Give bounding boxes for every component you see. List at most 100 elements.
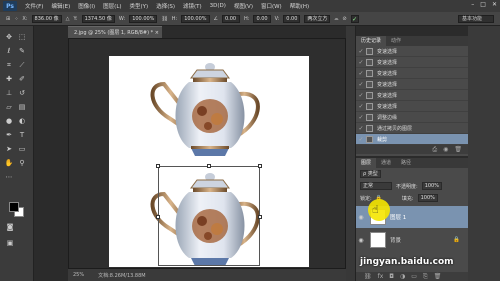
fill-field[interactable]: 100% (417, 194, 438, 202)
height-field[interactable]: 100.00% (181, 14, 210, 23)
crop-tool-icon[interactable]: ⌗ (4, 60, 14, 70)
menu-3d[interactable]: 3D(D) (206, 3, 230, 9)
menu-filter[interactable]: 滤镜(T) (179, 2, 206, 10)
menu-window[interactable]: 窗口(W) (257, 2, 286, 10)
camera-icon[interactable]: ◉ (443, 146, 448, 153)
menu-help[interactable]: 帮助(H) (286, 2, 313, 10)
screen-mode-icon[interactable]: ▣ (5, 238, 15, 248)
stamp-tool-icon[interactable]: ⊥ (4, 88, 14, 98)
history-item[interactable]: ✓ 通过拷贝的图层 (356, 123, 468, 134)
tab-paths[interactable]: 路径 (396, 158, 416, 168)
eraser-tool-icon[interactable]: ▱ (4, 102, 14, 112)
hand-tool-icon[interactable]: ✋ (4, 158, 14, 168)
transform-handle-r[interactable] (258, 215, 262, 219)
blend-mode-select[interactable]: 正常 (360, 182, 392, 190)
quick-select-tool-icon[interactable]: ✎ (17, 46, 27, 56)
shape-tool-icon[interactable]: ▭ (17, 144, 27, 154)
eyedropper-tool-icon[interactable]: ⟋ (17, 60, 27, 70)
angle-field[interactable]: 0.00 (221, 14, 240, 23)
width-field[interactable]: 100.00% (129, 14, 158, 23)
path-select-tool-icon[interactable]: ➤ (4, 144, 14, 154)
pen-tool-icon[interactable]: ✒ (4, 130, 14, 140)
extra-tools-icon[interactable]: ⋯ (4, 172, 14, 182)
opacity-field[interactable]: 100% (421, 182, 442, 190)
history-brush-source-icon[interactable]: ✓ (356, 101, 366, 111)
free-transform-box[interactable] (156, 164, 262, 266)
history-item[interactable]: ✓ 变速选择 (356, 79, 468, 90)
lasso-tool-icon[interactable]: ℓ (4, 46, 14, 56)
zoom-tool-icon[interactable]: ⚲ (17, 158, 27, 168)
history-item[interactable]: ✓ 变速选择 (356, 68, 468, 79)
menu-file[interactable]: 文件(F) (21, 2, 47, 10)
transform-handle-tl[interactable] (156, 164, 160, 168)
link-layers-icon[interactable]: ⛓ (364, 273, 372, 280)
zoom-level[interactable]: 25% (73, 272, 84, 278)
reference-point-icon[interactable]: ⁘ (14, 16, 18, 22)
history-item[interactable]: ✓ 变速选择 (356, 101, 468, 112)
history-brush-source-icon[interactable]: ✓ (356, 79, 366, 89)
transform-tool-icon[interactable]: ⊞ (6, 16, 10, 22)
blur-tool-icon[interactable]: ● (4, 116, 14, 126)
group-icon[interactable]: ▭ (411, 273, 417, 280)
y-field[interactable]: 1374.50 像 (81, 14, 115, 23)
tab-layers[interactable]: 图层 (356, 158, 377, 168)
history-item[interactable]: ✓ 调整边缘 (356, 112, 468, 123)
history-brush-source-icon[interactable]: ✓ (356, 57, 366, 67)
commit-transform-icon[interactable]: ✓ (350, 14, 359, 23)
gradient-tool-icon[interactable]: ▤ (17, 102, 27, 112)
tab-history[interactable]: 历史记录 (356, 36, 387, 46)
brush-tool-icon[interactable]: ✐ (17, 74, 27, 84)
menu-select[interactable]: 选择(S) (152, 2, 179, 10)
history-brush-source-icon[interactable]: ✓ (356, 134, 366, 144)
warp-icon[interactable]: ⌓ (334, 16, 338, 22)
history-item[interactable]: ✓ 裁剪 (356, 134, 468, 145)
foreground-color-swatch[interactable] (9, 202, 19, 212)
layer-kind-filter[interactable]: ρ 类型 (360, 170, 381, 178)
history-brush-source-icon[interactable]: ✓ (356, 123, 366, 133)
mask-icon[interactable]: ◘ (389, 273, 394, 280)
menu-view[interactable]: 视图(V) (230, 2, 257, 10)
eye-icon[interactable]: ◉ (356, 237, 366, 244)
delete-layer-icon[interactable]: 🗑 (434, 273, 442, 280)
move-tool-icon[interactable]: ✥ (4, 32, 14, 42)
eye-icon[interactable]: ◉ (356, 214, 366, 221)
new-layer-icon[interactable]: ⎘ (423, 273, 428, 281)
history-item[interactable]: ✓ 变速选择 (356, 57, 468, 68)
history-brush-tool-icon[interactable]: ↺ (17, 88, 27, 98)
cancel-transform-icon[interactable]: ⊘ (342, 16, 346, 22)
history-item[interactable]: ✓ 变速选择 (356, 46, 468, 57)
workspace-select[interactable]: 基本功能 (458, 15, 494, 23)
menu-image[interactable]: 图像(I) (74, 2, 99, 10)
document-tab[interactable]: 2.jpg @ 25% (图层 1, RGB/8#) * × (68, 26, 162, 38)
tab-channels[interactable]: 通道 (376, 158, 396, 168)
hskew-field[interactable]: 0.00 (253, 14, 271, 23)
close-button[interactable]: ✕ (492, 1, 497, 8)
menu-layer[interactable]: 图层(L) (99, 2, 125, 10)
snapshot-icon[interactable]: ⎙ (432, 146, 437, 154)
doc-info[interactable]: 文档:8.26M/13.88M (98, 272, 145, 279)
healing-tool-icon[interactable]: ✚ (4, 74, 14, 84)
history-brush-source-icon[interactable]: ✓ (356, 90, 366, 100)
link-icon[interactable]: ⛓ (161, 16, 167, 22)
delta-icon[interactable]: △ (66, 16, 70, 22)
history-item[interactable]: ✓ 变速选择 (356, 90, 468, 101)
trash-icon[interactable]: 🗑 (454, 146, 462, 153)
minimize-button[interactable]: – (471, 1, 474, 8)
history-brush-source-icon[interactable]: ✓ (356, 112, 366, 122)
marquee-tool-icon[interactable]: ⬚ (17, 32, 27, 42)
quick-mask-icon[interactable]: ◙ (5, 222, 15, 232)
tab-actions[interactable]: 动作 (386, 36, 406, 46)
transform-handle-t[interactable] (207, 164, 211, 168)
fx-icon[interactable]: fx (378, 273, 384, 280)
maximize-button[interactable]: □ (480, 1, 486, 8)
x-field[interactable]: 836.00 像 (31, 14, 62, 23)
vskew-field[interactable]: 0.00 (283, 14, 301, 23)
layer-row-background[interactable]: ◉ 背景 🔒 (356, 229, 468, 251)
adjustment-icon[interactable]: ◑ (400, 273, 405, 280)
menu-edit[interactable]: 编辑(E) (47, 2, 74, 10)
interpolation-select[interactable]: 两次立方 (304, 14, 331, 23)
history-brush-source-icon[interactable]: ✓ (356, 46, 366, 56)
dodge-tool-icon[interactable]: ◐ (17, 116, 27, 126)
transform-handle-l[interactable] (156, 215, 160, 219)
transform-handle-tr[interactable] (258, 164, 262, 168)
